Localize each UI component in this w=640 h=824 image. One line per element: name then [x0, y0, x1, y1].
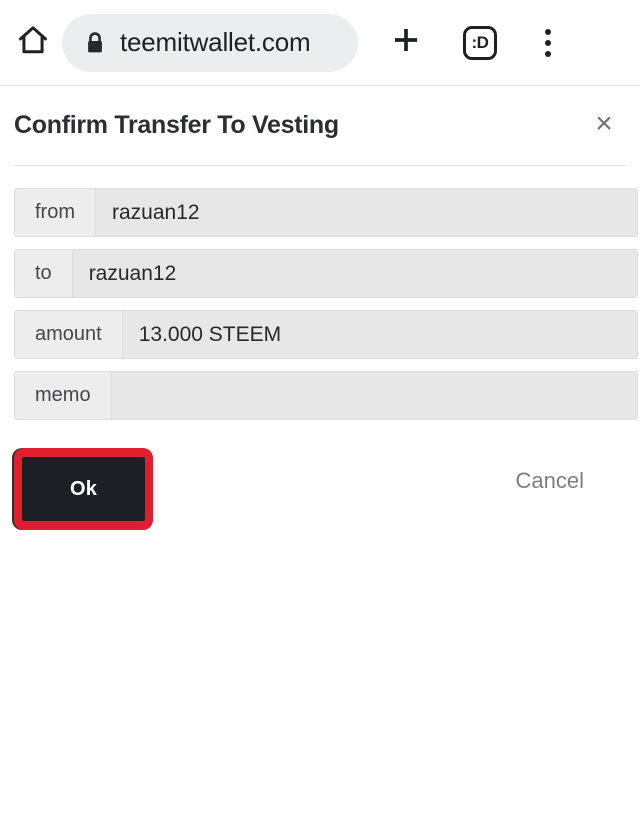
more-vertical-icon — [545, 28, 551, 57]
home-button[interactable] — [6, 16, 60, 70]
ok-button-highlight: Ok — [14, 448, 153, 530]
browser-menu-button[interactable] — [522, 15, 574, 71]
field-label-to: to — [15, 250, 73, 297]
field-value-from: razuan12 — [96, 189, 637, 236]
field-row-from[interactable]: from razuan12 — [14, 188, 638, 237]
url-text: teemitwallet.com — [120, 27, 311, 57]
field-value-memo — [111, 372, 637, 419]
close-icon[interactable]: × — [582, 102, 626, 146]
confirm-transfer-dialog: Confirm Transfer To Vesting × from razua… — [0, 86, 640, 540]
field-row-amount[interactable]: amount 13.000 STEEM — [14, 310, 638, 359]
cancel-button[interactable]: Cancel — [512, 462, 588, 500]
lock-icon — [84, 30, 106, 56]
tab-count-label: :D — [471, 32, 489, 52]
dialog-header: Confirm Transfer To Vesting × — [0, 86, 640, 165]
field-label-memo: memo — [15, 372, 112, 419]
field-label-amount: amount — [15, 311, 123, 358]
field-row-to[interactable]: to razuan12 — [14, 249, 638, 298]
transfer-fields: from razuan12 to razuan12 amount 13.000 … — [0, 166, 640, 420]
ok-button[interactable]: Ok — [22, 457, 145, 521]
field-value-to: razuan12 — [72, 250, 637, 297]
tab-switcher-button[interactable]: :D — [452, 15, 508, 71]
browser-toolbar: teemitwallet.com :D — [0, 0, 640, 86]
home-icon — [16, 23, 50, 62]
browser-page: teemitwallet.com :D Confirm Transfer To … — [0, 0, 640, 824]
plus-icon — [389, 23, 423, 62]
new-tab-button[interactable] — [378, 15, 434, 71]
field-value-amount: 13.000 STEEM — [122, 311, 637, 358]
url-bar[interactable]: teemitwallet.com — [62, 13, 358, 72]
dialog-actions: Ok Cancel — [0, 440, 640, 540]
dialog-title: Confirm Transfer To Vesting — [14, 111, 339, 139]
field-row-memo[interactable]: memo — [14, 371, 638, 420]
tab-count-icon: :D — [463, 25, 497, 60]
field-label-from: from — [15, 189, 96, 236]
